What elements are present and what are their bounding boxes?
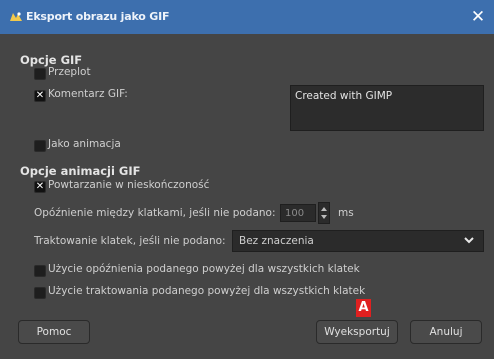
- section-heading-animation-options: Opcje animacji GIF: [20, 164, 141, 178]
- comment-label: Komentarz GIF:: [48, 88, 128, 100]
- chevron-down-icon: [464, 237, 474, 244]
- stepper-down-icon[interactable]: [321, 215, 327, 219]
- disposal-select[interactable]: Bez znaczenia: [232, 230, 484, 252]
- dialog-content: [0, 34, 494, 359]
- loop-forever-checkbox[interactable]: ✕: [34, 181, 46, 193]
- delay-label: Opóźnienie między klatkami, jeśli nie po…: [34, 207, 276, 219]
- delay-unit: ms: [338, 207, 354, 219]
- use-disposal-all-checkbox[interactable]: [34, 287, 46, 299]
- title-bar: Eksport obrazu jako GIF ✕: [0, 0, 494, 34]
- help-button[interactable]: Pomoc: [18, 320, 90, 344]
- delay-input[interactable]: 100: [280, 204, 316, 222]
- section-heading-gif-options: Opcje GIF: [20, 53, 83, 67]
- disposal-label: Traktowanie klatek, jeśli nie podano:: [34, 235, 226, 247]
- interlace-checkbox[interactable]: [34, 68, 46, 80]
- stepper-up-icon[interactable]: [321, 207, 327, 211]
- cancel-button[interactable]: Anuluj: [410, 320, 482, 344]
- close-icon[interactable]: ✕: [468, 7, 488, 27]
- delay-stepper[interactable]: [318, 202, 330, 224]
- interlace-label: Przeplot: [48, 66, 91, 78]
- use-delay-all-checkbox[interactable]: [34, 265, 46, 277]
- comment-checkbox[interactable]: ✕: [34, 90, 46, 102]
- as-animation-checkbox[interactable]: [34, 140, 46, 152]
- export-button[interactable]: Wyeksportuj: [316, 320, 398, 344]
- gimp-icon: [10, 12, 22, 21]
- annotation-badge-a: A: [356, 299, 371, 317]
- comment-textarea[interactable]: Created with GIMP: [290, 85, 484, 131]
- window-title: Eksport obrazu jako GIF: [26, 10, 170, 23]
- use-delay-all-label: Użycie opóźnienia podanego powyżej dla w…: [48, 263, 360, 275]
- as-animation-label: Jako animacja: [48, 138, 121, 150]
- use-disposal-all-label: Użycie traktowania podanego powyżej dla …: [48, 285, 366, 297]
- loop-forever-label: Powtarzanie w nieskończoność: [48, 179, 210, 191]
- disposal-selected-value: Bez znaczenia: [239, 235, 314, 247]
